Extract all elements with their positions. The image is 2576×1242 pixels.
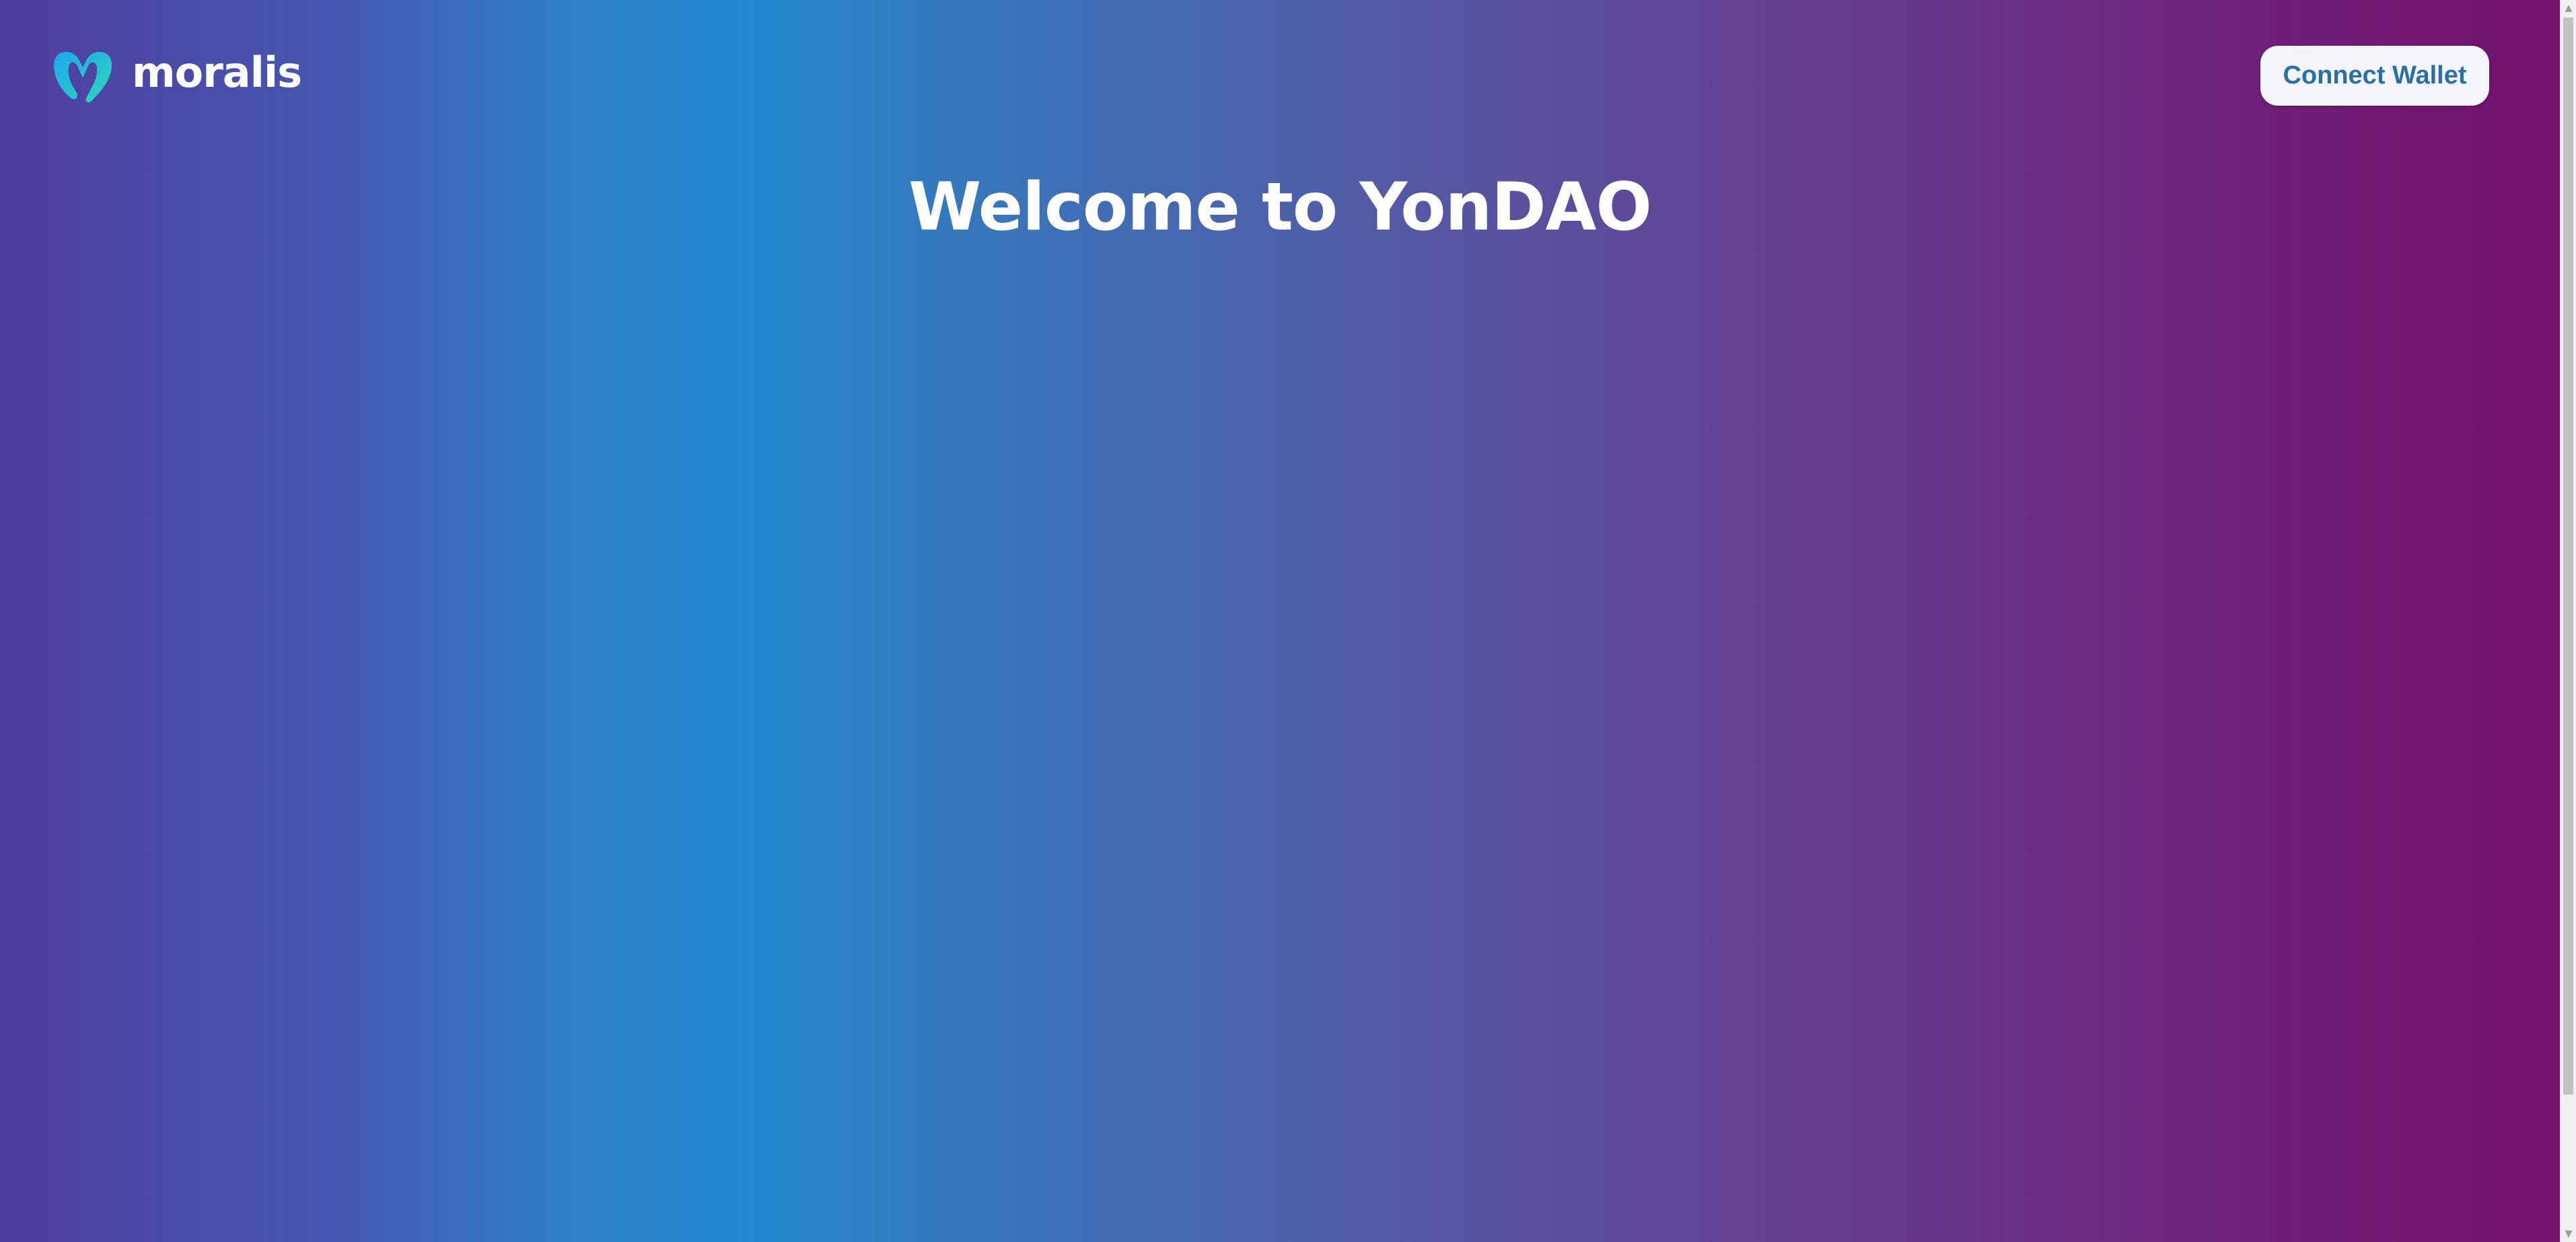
- triangle-up-icon[interactable]: ▲: [2561, 0, 2576, 16]
- logo-text: moralis: [132, 48, 302, 97]
- moralis-logo-icon: [54, 52, 112, 103]
- header: moralis Connect Wallet: [0, 0, 2560, 135]
- page-title: Welcome to YonDAO: [908, 169, 1652, 246]
- page: moralis Connect Wallet Welcome to YonDAO…: [0, 0, 2576, 1242]
- scrollbar-thumb[interactable]: [2563, 18, 2573, 1095]
- moralis-logo[interactable]: moralis: [47, 44, 302, 105]
- main-content: Welcome to YonDAO: [0, 168, 2560, 248]
- vertical-scrollbar[interactable]: ▲ ▼: [2560, 0, 2576, 1242]
- triangle-down-icon[interactable]: ▼: [2561, 1226, 2576, 1242]
- connect-wallet-button[interactable]: Connect Wallet: [2260, 46, 2489, 106]
